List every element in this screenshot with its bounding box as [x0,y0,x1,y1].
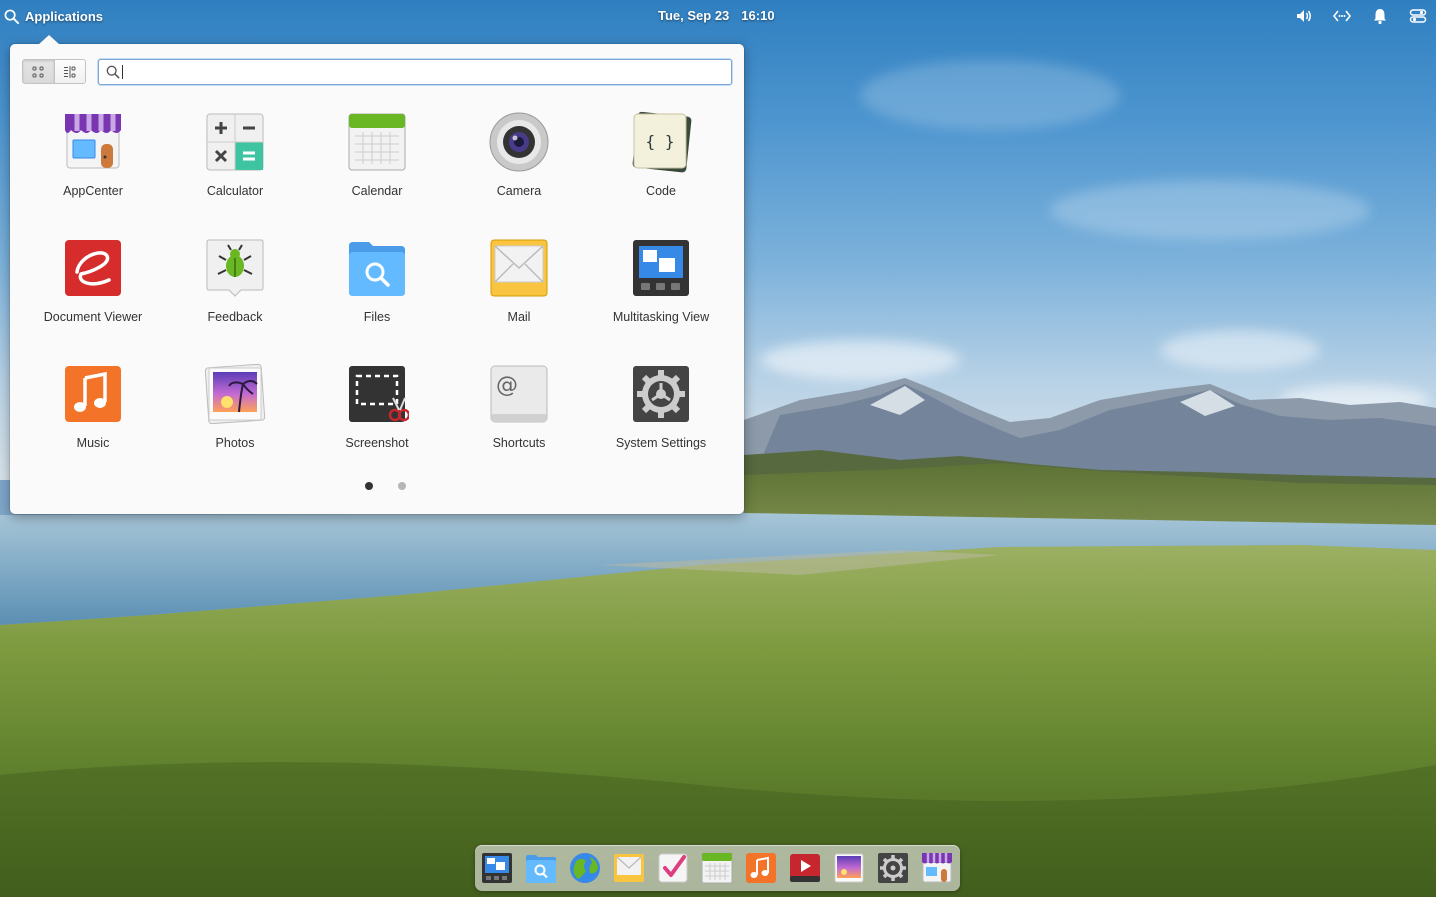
app-label: System Settings [615,436,707,450]
app-mail[interactable]: Mail [448,234,590,346]
dock-item-files[interactable] [524,851,558,885]
calculator-icon [206,113,264,171]
shortcuts-icon: @ [490,365,548,423]
app-music[interactable]: Music [22,360,164,472]
tasks-icon [658,853,688,883]
text-cursor [122,65,123,79]
wallpaper-landscape [0,463,1436,897]
dock-item-mail[interactable] [612,851,646,885]
page-switcher [10,482,744,490]
datetime-indicator[interactable]: Tue, Sep 23 16:10 [658,8,775,23]
app-shortcuts[interactable]: @ Shortcuts [448,360,590,472]
dock-item-tasks[interactable] [656,851,690,885]
appcenter-icon [922,853,952,883]
dock-item-photos[interactable] [832,851,866,885]
dock-item-web-browser[interactable] [568,851,602,885]
multitasking-view-icon [633,240,689,296]
page-dot-2[interactable] [397,482,406,490]
app-label: Code [646,184,676,198]
calendar-icon [701,852,733,884]
app-label: Mail [507,310,531,324]
camera-icon [489,112,549,172]
app-feedback[interactable]: Feedback [164,234,306,346]
search-icon [4,9,19,24]
app-label: Music [76,436,110,450]
app-system-settings[interactable]: System Settings [590,360,732,472]
app-appcenter[interactable]: AppCenter [22,108,164,220]
calendar-icon [348,113,406,171]
view-mode-switcher [22,59,86,84]
dock-item-music[interactable] [744,851,778,885]
applications-menu-button[interactable]: Applications [4,7,103,25]
web-browser-icon [570,853,600,883]
app-camera[interactable]: Camera [448,108,590,220]
mail-icon [614,854,644,882]
app-label: Camera [496,184,542,198]
date-text: Tue, Sep 23 [658,8,730,23]
app-document-viewer[interactable]: Document Viewer [22,234,164,346]
app-label: Document Viewer [43,310,143,324]
time-text: 16:10 [741,8,775,23]
app-label: Calendar [351,184,403,198]
dock-item-calendar[interactable] [700,851,734,885]
system-settings-icon [878,853,908,883]
app-label: Files [363,310,391,324]
dock-item-multitasking-view[interactable] [480,851,514,885]
dock-item-videos[interactable] [788,851,822,885]
grid-view-icon [32,66,44,77]
applications-label: Applications [25,8,104,24]
music-icon [746,853,776,883]
app-label: Photos [215,436,255,450]
svg-text:@: @ [496,373,518,398]
app-label: Feedback [207,310,263,324]
category-view-button[interactable] [53,60,85,83]
screenshot-icon [349,366,409,422]
appcenter-icon [65,114,121,169]
dock-item-appcenter[interactable] [920,851,954,885]
search-input[interactable] [129,61,731,83]
volume-icon[interactable] [1294,7,1314,25]
app-label: Multitasking View [612,310,710,324]
session-icon[interactable] [1408,7,1428,25]
feedback-icon [206,239,264,297]
search-icon [106,65,120,79]
applications-menu-popover: AppCenter Calculator Calendar Camera {}… [10,35,744,514]
app-screenshot[interactable]: Screenshot [306,360,448,472]
videos-icon [790,854,820,882]
app-photos[interactable]: Photos [164,360,306,472]
system-settings-icon [633,366,689,422]
dock [475,845,960,891]
app-label: Calculator [206,184,264,198]
app-multitasking-view[interactable]: Multitasking View [590,234,732,346]
grid-view-button[interactable] [23,60,54,83]
svg-text:{ }: { } [646,132,675,151]
files-icon [349,242,405,296]
app-code[interactable]: { } Code [590,108,732,220]
app-label: AppCenter [63,184,123,198]
top-panel: Applications Tue, Sep 23 16:10 [0,0,1436,32]
document-viewer-icon [65,240,121,296]
photos-icon [204,363,266,425]
photos-icon [834,853,864,883]
multitasking-view-icon [482,853,512,883]
page-dot-1[interactable] [364,482,373,490]
app-files[interactable]: Files [306,234,448,346]
search-field[interactable] [98,59,732,85]
app-calendar[interactable]: Calendar [306,108,448,220]
dock-item-system-settings[interactable] [876,851,910,885]
mail-icon [490,239,548,297]
category-view-icon [63,65,76,78]
notifications-icon[interactable] [1370,7,1390,25]
music-icon [65,366,121,422]
code-icon: { } [632,111,692,173]
app-calculator[interactable]: Calculator [164,108,306,220]
files-icon [526,855,556,883]
popover-arrow [38,35,60,45]
indicator-area [1294,7,1428,25]
app-label: Screenshot [345,436,409,450]
app-label: Shortcuts [492,436,546,450]
network-icon[interactable] [1332,7,1352,25]
